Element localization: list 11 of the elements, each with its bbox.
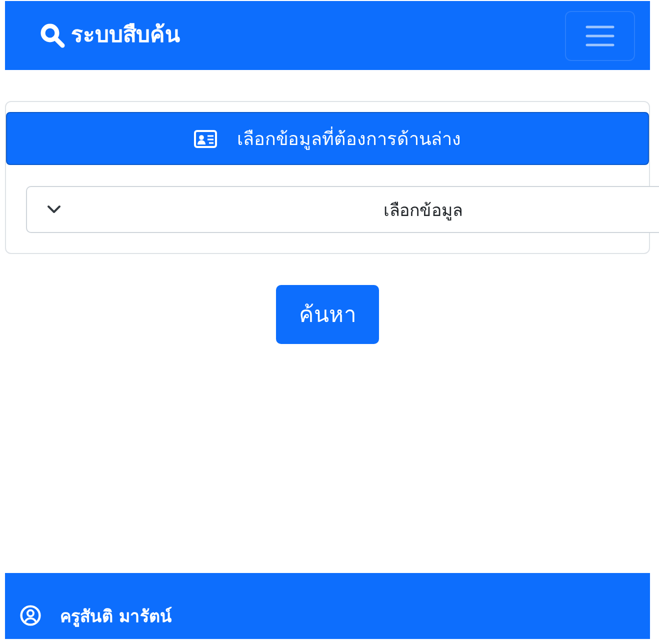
menu-icon — [585, 24, 615, 46]
user-circle-icon — [20, 604, 41, 626]
search-icon — [40, 23, 65, 48]
user-name: ครูสันติ มารัตน์ — [60, 606, 172, 628]
search-button[interactable]: ค้นหา — [276, 285, 379, 344]
id-card-icon — [194, 130, 217, 148]
select-dropdown[interactable]: เลือกข้อมูล — [26, 186, 659, 233]
chevron-down-icon — [47, 205, 61, 214]
app-title: ระบบสืบค้น — [71, 22, 180, 50]
instruction-banner: เลือกข้อมูลที่ต้องการด้านล่าง — [6, 112, 649, 165]
menu-toggle-button[interactable] — [565, 10, 635, 60]
